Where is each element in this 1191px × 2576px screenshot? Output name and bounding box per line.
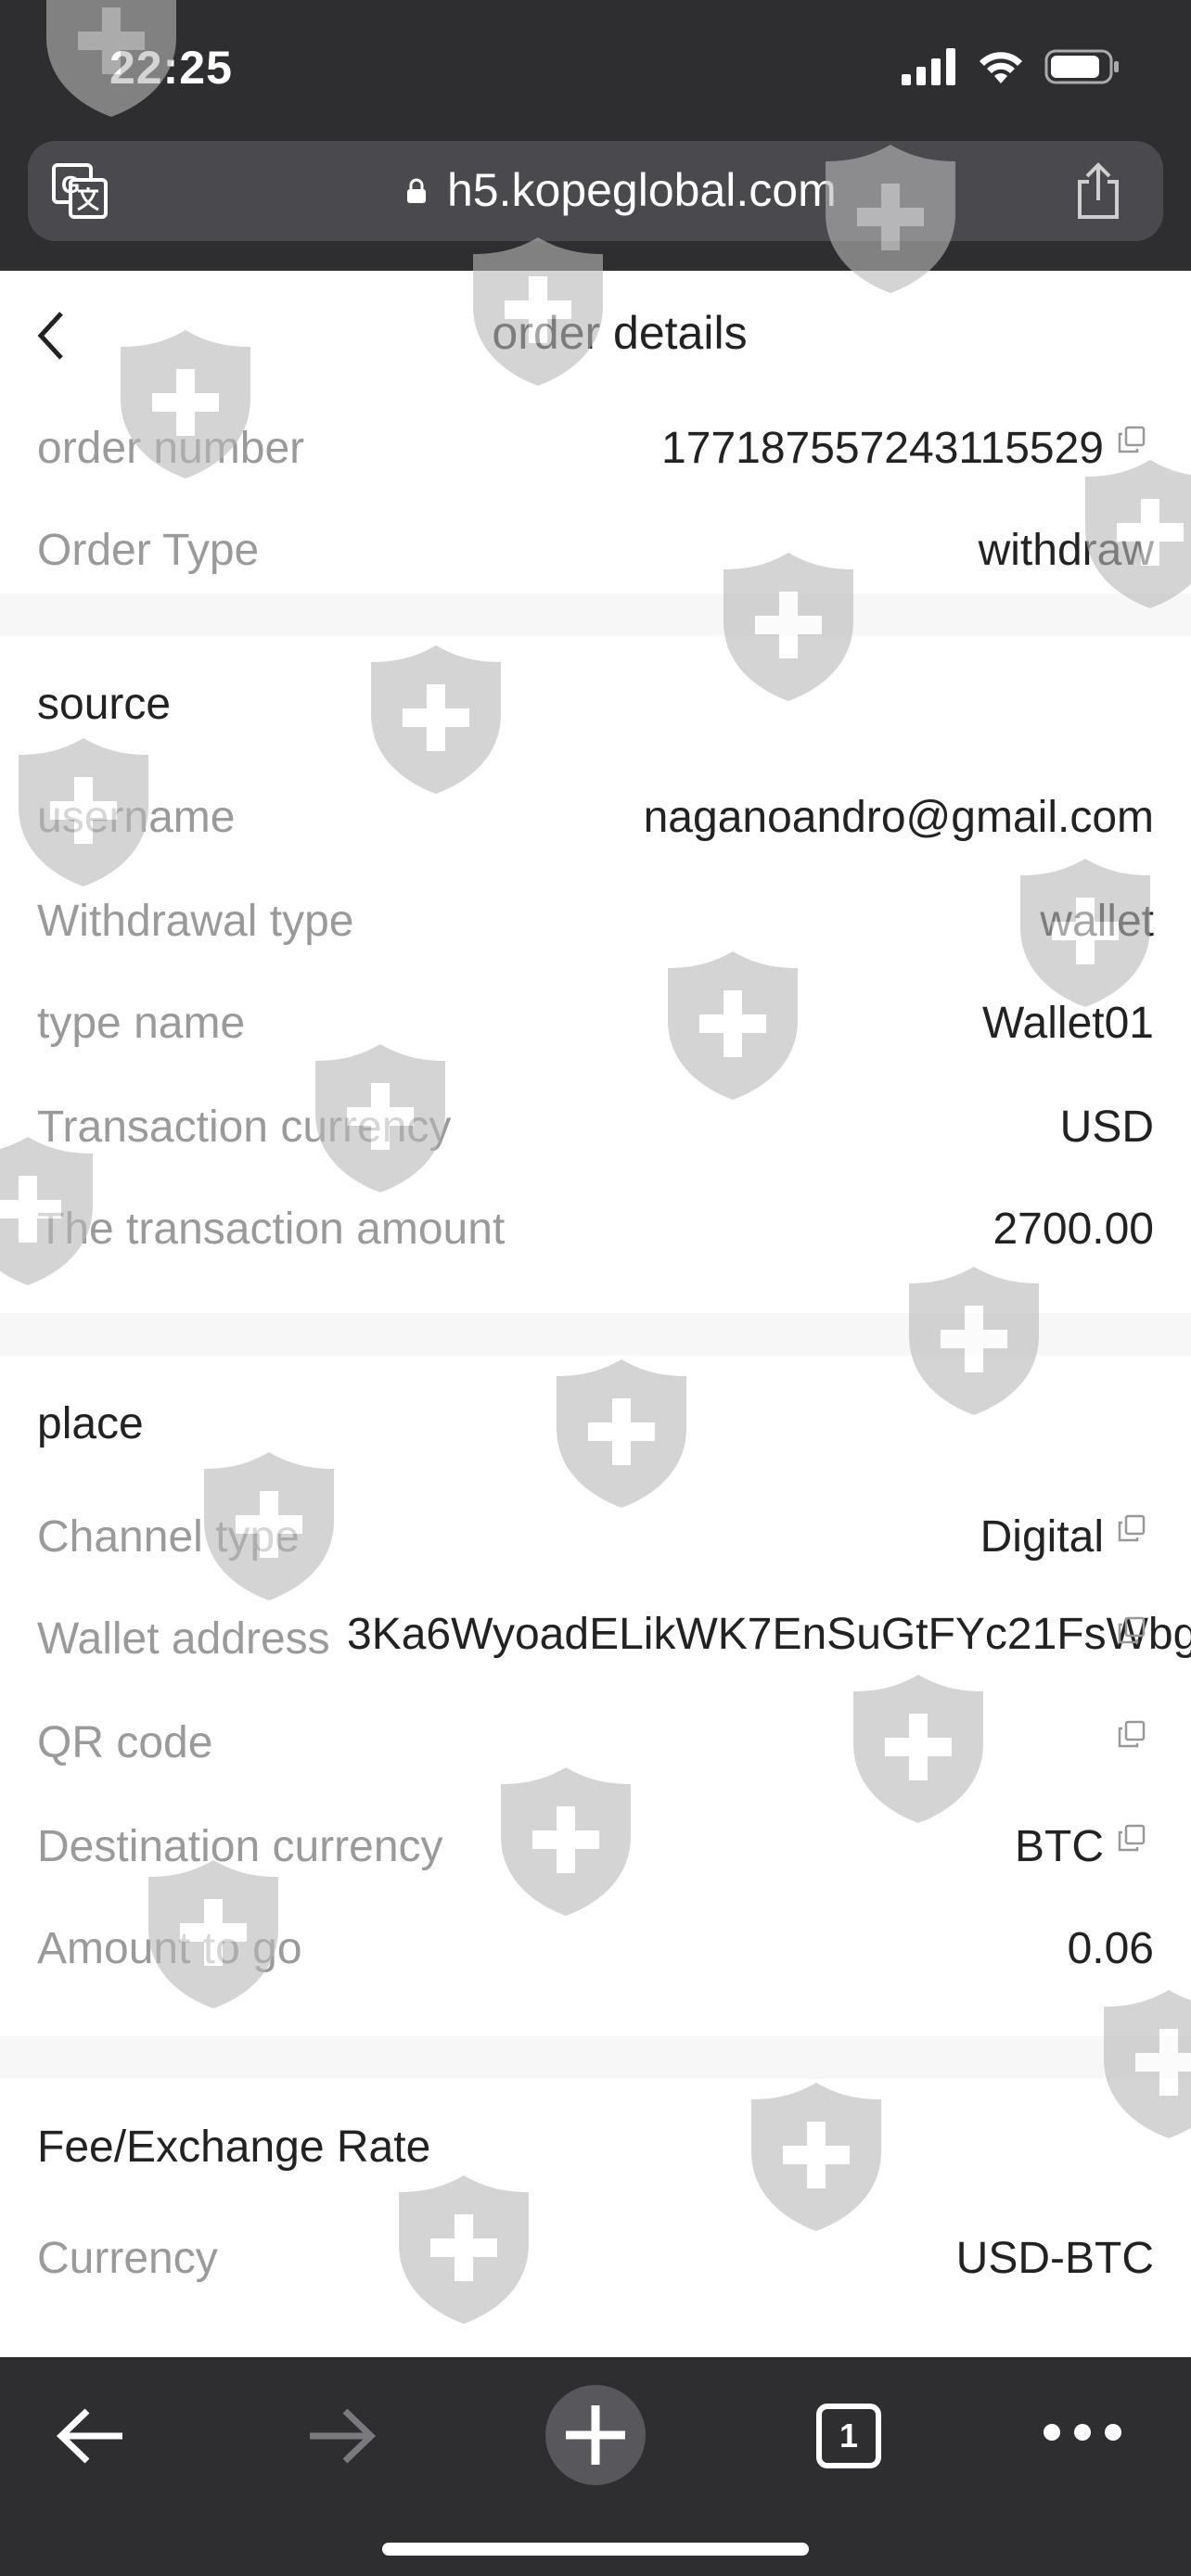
- browser-top-bar: 22:25 G h5.kopeglobal.com: [0, 0, 1191, 271]
- order-number-value: 177187557243115529: [661, 424, 1104, 473]
- page-header: order details: [0, 271, 1191, 395]
- home-indicator: [382, 2543, 809, 2556]
- currency-value: USD-BTC: [955, 2234, 1154, 2283]
- currency-label: Currency: [37, 2234, 218, 2283]
- lock-icon: [407, 178, 426, 203]
- place-section-title: place: [37, 1399, 144, 1448]
- page-title: order details: [492, 307, 748, 359]
- wallet-address-value: 3Ka6WyoadELikWK7EnSuGtFYc21FsWbgFK: [347, 1610, 1191, 1659]
- share-icon[interactable]: [1072, 161, 1124, 221]
- order-number-row: order number 177187557243115529: [37, 423, 1154, 488]
- copy-icon[interactable]: [1117, 1823, 1146, 1853]
- order-type-row: Order Type withdraw: [37, 525, 1154, 590]
- copy-icon[interactable]: [1117, 425, 1146, 454]
- username-value: naganoandro@gmail.com: [643, 793, 1154, 842]
- transaction-currency-label: Transaction currency: [37, 1103, 452, 1152]
- withdrawal-type-row: Withdrawal type wallet: [37, 896, 1154, 961]
- fee-section: Fee/Exchange Rate Currency USD-BTC: [0, 2079, 1191, 2357]
- currency-row: Currency USD-BTC: [37, 2233, 1154, 2298]
- transaction-currency-value: USD: [1059, 1103, 1154, 1152]
- transaction-amount-label: The transaction amount: [37, 1205, 506, 1254]
- withdrawal-type-value: wallet: [1040, 897, 1154, 946]
- order-number-label: order number: [37, 424, 305, 473]
- qr-code-label: QR code: [37, 1718, 213, 1767]
- order-section: order number 177187557243115529 Order Ty…: [0, 395, 1191, 593]
- username-row: username naganoandro@gmail.com: [37, 792, 1154, 857]
- status-time: 22:25: [109, 42, 233, 94]
- cellular-signal-icon: [902, 48, 955, 85]
- back-arrow-icon[interactable]: [54, 2404, 128, 2468]
- type-name-label: type name: [37, 999, 246, 1048]
- amount-to-go-value: 0.06: [1067, 1924, 1154, 1973]
- amount-to-go-row: Amount to go 0.06: [37, 1923, 1154, 1988]
- type-name-row: type name Wallet01: [37, 998, 1154, 1063]
- amount-to-go-label: Amount to go: [37, 1924, 302, 1973]
- order-type-label: Order Type: [37, 526, 260, 575]
- transaction-currency-row: Transaction currency USD: [37, 1102, 1154, 1167]
- qr-code-row: QR code: [37, 1717, 1154, 1782]
- plus-icon: [566, 2405, 625, 2465]
- withdrawal-type-label: Withdrawal type: [37, 897, 354, 946]
- address-bar[interactable]: G h5.kopeglobal.com: [28, 141, 1163, 241]
- wallet-address-label: Wallet address: [37, 1614, 330, 1664]
- channel-type-row: Channel type Digital: [37, 1511, 1154, 1576]
- order-type-value: withdraw: [978, 526, 1154, 575]
- translate-icon[interactable]: G: [50, 161, 109, 221]
- more-menu-icon[interactable]: [1041, 2418, 1124, 2446]
- tabs-button[interactable]: 1: [816, 2404, 881, 2468]
- status-icons: [902, 46, 1121, 87]
- page-content: order details order number 1771875572431…: [0, 271, 1191, 2357]
- type-name-value: Wallet01: [982, 999, 1154, 1048]
- channel-type-label: Channel type: [37, 1512, 300, 1562]
- transaction-amount-value: 2700.00: [992, 1205, 1154, 1254]
- username-label: username: [37, 793, 236, 842]
- transaction-amount-row: The transaction amount 2700.00: [37, 1204, 1154, 1269]
- destination-currency-value: BTC: [1015, 1822, 1104, 1871]
- destination-currency-label: Destination currency: [37, 1822, 443, 1871]
- new-tab-button[interactable]: [545, 2385, 646, 2485]
- fee-section-title: Fee/Exchange Rate: [37, 2123, 431, 2172]
- url-text[interactable]: h5.kopeglobal.com: [447, 163, 837, 217]
- source-section-title: source: [37, 680, 172, 729]
- forward-arrow-icon[interactable]: [304, 2404, 378, 2468]
- svg-text:G: G: [61, 171, 80, 198]
- source-section: source username naganoandro@gmail.com Wi…: [0, 636, 1191, 1313]
- channel-type-value: Digital: [980, 1512, 1104, 1562]
- copy-icon[interactable]: [1117, 1513, 1146, 1543]
- place-section: place Channel type Digital Wallet addres…: [0, 1356, 1191, 2036]
- copy-icon[interactable]: [1117, 1615, 1146, 1645]
- wifi-icon: [980, 52, 1022, 83]
- copy-icon[interactable]: [1117, 1719, 1146, 1749]
- destination-currency-row: Destination currency BTC: [37, 1821, 1154, 1886]
- browser-bottom-toolbar: 1: [0, 2357, 1191, 2576]
- battery-icon: [1044, 49, 1119, 84]
